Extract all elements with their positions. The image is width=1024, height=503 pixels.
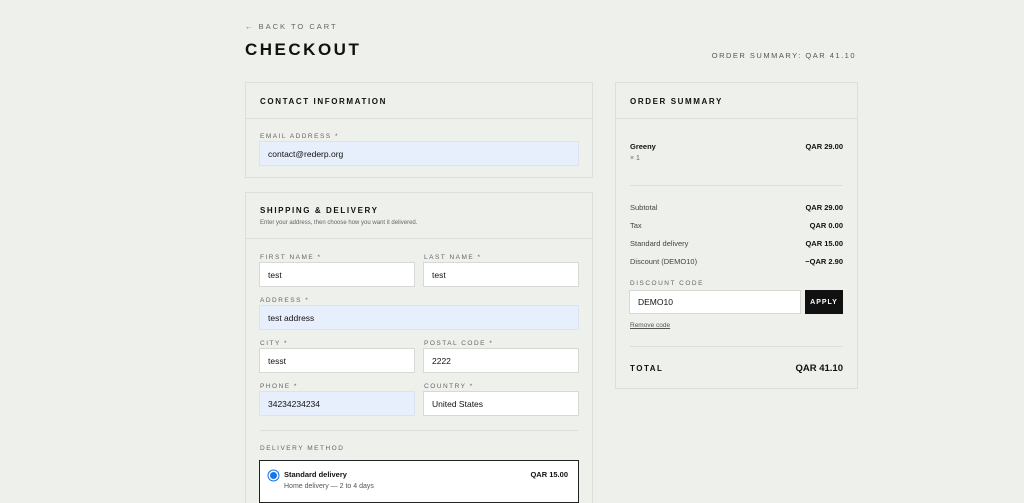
remove-code-link[interactable]: Remove code bbox=[630, 322, 670, 329]
discount-code-input[interactable]: DEMO10 bbox=[629, 290, 801, 314]
item-row: Greeny QAR 29.00 bbox=[630, 142, 843, 151]
divider bbox=[630, 346, 843, 347]
tax-row: Tax QAR 0.00 bbox=[630, 221, 843, 230]
discount-row: Discount (DEMO10) −QAR 2.90 bbox=[630, 257, 843, 266]
order-summary-heading: ORDER SUMMARY bbox=[630, 97, 723, 106]
item-quantity: × 1 bbox=[630, 155, 640, 162]
country-select[interactable]: United States bbox=[423, 391, 579, 416]
postal-code-label: POSTAL CODE * bbox=[424, 340, 494, 347]
divider bbox=[246, 238, 592, 239]
subtotal-label: Subtotal bbox=[630, 203, 658, 212]
delivery-option-name: Standard delivery bbox=[284, 470, 347, 479]
delivery-method-label: DELIVERY METHOD bbox=[260, 445, 345, 452]
delivery-radio[interactable] bbox=[270, 472, 277, 479]
first-name-label: FIRST NAME * bbox=[260, 254, 322, 261]
delivery-option-price: QAR 15.00 bbox=[530, 470, 568, 479]
discount-label: Discount (DEMO10) bbox=[630, 257, 698, 266]
page-title: CHECKOUT bbox=[245, 40, 362, 59]
shipping-subtitle: Enter your address, then choose how you … bbox=[260, 220, 418, 226]
city-label: CITY * bbox=[260, 340, 289, 347]
contact-panel: CONTACT INFORMATION EMAIL ADDRESS * cont… bbox=[245, 82, 593, 178]
phone-label: PHONE * bbox=[260, 383, 298, 390]
email-field[interactable]: contact@rederp.org bbox=[259, 141, 579, 166]
tax-value: QAR 0.00 bbox=[809, 221, 843, 230]
last-name-label: LAST NAME * bbox=[424, 254, 482, 261]
address-label: ADDRESS * bbox=[260, 297, 310, 304]
delivery-option-description: Home delivery — 2 to 4 days bbox=[284, 483, 374, 490]
last-name-field[interactable]: test bbox=[423, 262, 579, 287]
order-summary-total-header: ORDER SUMMARY: QAR 41.10 bbox=[711, 51, 856, 60]
divider bbox=[260, 430, 578, 431]
item-price: QAR 29.00 bbox=[805, 142, 843, 151]
delivery-value: QAR 15.00 bbox=[805, 239, 843, 248]
divider bbox=[246, 118, 592, 119]
tax-label: Tax bbox=[630, 221, 642, 230]
divider bbox=[630, 185, 843, 186]
country-label: COUNTRY * bbox=[424, 383, 474, 390]
subtotal-value: QAR 29.00 bbox=[805, 203, 843, 212]
email-label: EMAIL ADDRESS * bbox=[260, 133, 339, 140]
order-summary-panel: ORDER SUMMARY Greeny QAR 29.00 × 1 Subto… bbox=[615, 82, 858, 389]
discount-code-label: DISCOUNT CODE bbox=[630, 280, 704, 287]
total-value: QAR 41.10 bbox=[795, 363, 843, 374]
delivery-option-standard[interactable]: Standard delivery QAR 15.00 Home deliver… bbox=[259, 460, 579, 503]
postal-code-field[interactable]: 2222 bbox=[423, 348, 579, 373]
apply-discount-button[interactable]: APPLY bbox=[805, 290, 843, 314]
subtotal-row: Subtotal QAR 29.00 bbox=[630, 203, 843, 212]
total-label: TOTAL bbox=[630, 364, 664, 373]
back-to-cart-link[interactable]: ← BACK TO CART bbox=[245, 22, 338, 31]
first-name-field[interactable]: test bbox=[259, 262, 415, 287]
shipping-heading: SHIPPING & DELIVERY bbox=[260, 206, 379, 215]
shipping-panel: SHIPPING & DELIVERY Enter your address, … bbox=[245, 192, 593, 503]
discount-value: −QAR 2.90 bbox=[805, 257, 843, 266]
item-name: Greeny bbox=[630, 142, 656, 151]
delivery-row: Standard delivery QAR 15.00 bbox=[630, 239, 843, 248]
address-field[interactable]: test address bbox=[259, 305, 579, 330]
delivery-label: Standard delivery bbox=[630, 239, 689, 248]
contact-heading: CONTACT INFORMATION bbox=[260, 97, 387, 106]
phone-field[interactable]: 34234234234 bbox=[259, 391, 415, 416]
divider bbox=[616, 118, 857, 119]
city-field[interactable]: tesst bbox=[259, 348, 415, 373]
total-row: TOTAL QAR 41.10 bbox=[630, 363, 843, 374]
